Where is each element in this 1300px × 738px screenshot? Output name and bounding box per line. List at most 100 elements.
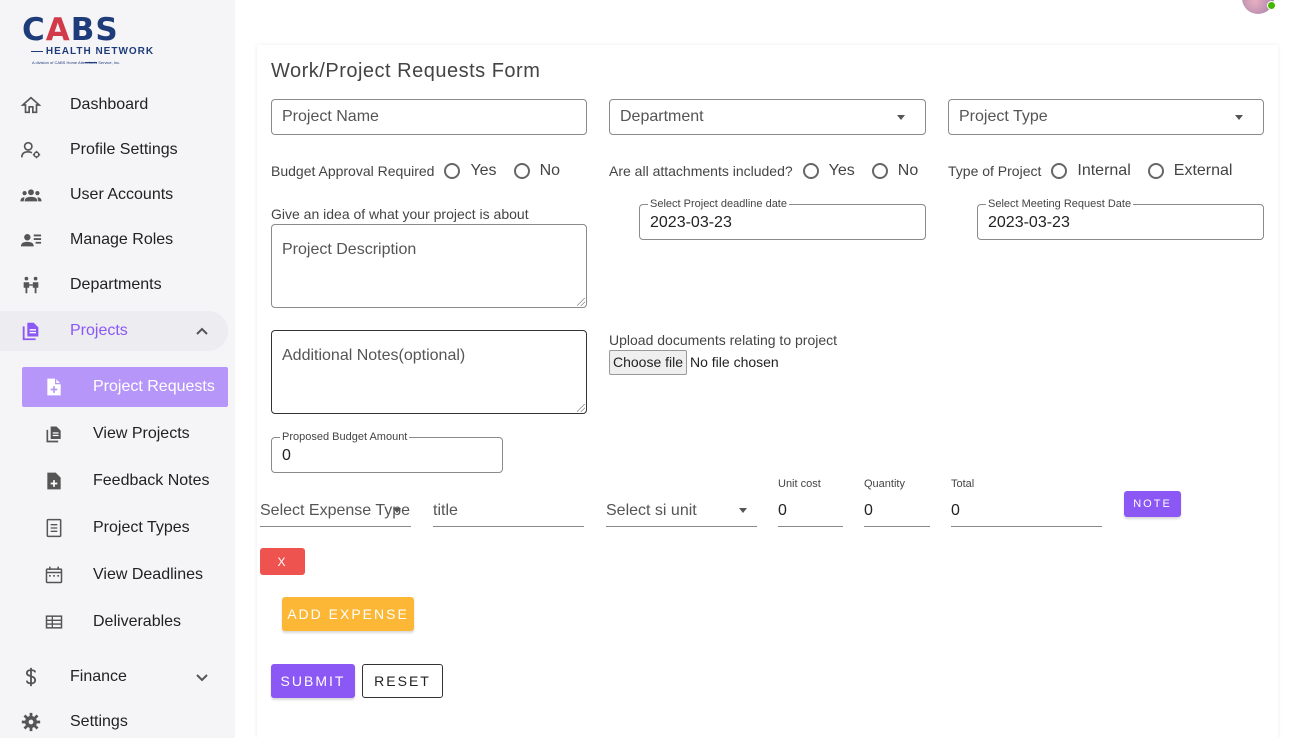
radio-option-label: External — [1173, 162, 1233, 179]
si-unit-select[interactable]: Select si unit — [606, 497, 757, 527]
chevron-down-icon[interactable] — [195, 670, 209, 684]
deadline-date-value: 2023-03-23 — [650, 214, 732, 231]
sidebar-subitem-project-requests[interactable]: Project Requests — [22, 367, 228, 407]
sidebar: CABS HEALTH NETWORK A division of CABS H… — [0, 0, 235, 738]
type-of-project-label: Type of Project — [948, 163, 1042, 179]
sidebar-item-label: Project Requests — [93, 378, 215, 395]
sidebar-item-label: Manage Roles — [70, 231, 174, 248]
radio-option-label: Internal — [1077, 162, 1131, 179]
budget-approval-no-radio[interactable] — [513, 163, 530, 179]
expense-title-placeholder: title — [433, 502, 458, 519]
dropdown-arrow-icon — [897, 115, 905, 120]
unit-cost-input[interactable]: Unit cost 0 — [778, 478, 843, 527]
logo-wordmark: CABS — [22, 12, 119, 48]
budget-amount-input[interactable]: Proposed Budget Amount 0 — [271, 431, 503, 473]
sidebar-subitem-feedback-notes[interactable]: Feedback Notes — [22, 461, 228, 501]
sidebar-item-label: Settings — [70, 713, 128, 730]
remove-expense-button[interactable]: X — [260, 548, 305, 575]
quantity-value: 0 — [864, 502, 873, 519]
document-icon — [46, 518, 62, 538]
unit-cost-label: Unit cost — [778, 478, 821, 490]
logo[interactable]: CABS HEALTH NETWORK A division of CABS H… — [20, 14, 160, 70]
department-select[interactable]: Department — [609, 99, 926, 135]
page-title: Work/Project Requests Form — [271, 60, 541, 82]
total-value: 0 — [951, 502, 960, 519]
additional-notes-placeholder: Additional Notes(optional) — [282, 347, 466, 364]
chevron-up-icon[interactable] — [195, 324, 209, 338]
project-type-select[interactable]: Project Type — [948, 99, 1264, 135]
radio-option-label: Yes — [828, 162, 855, 179]
sidebar-item-label: View Deadlines — [93, 566, 203, 583]
reset-button[interactable]: RESET — [362, 664, 443, 698]
project-type-placeholder: Project Type — [959, 108, 1048, 125]
department-placeholder: Department — [620, 108, 704, 125]
sidebar-item-label: Project Types — [93, 519, 190, 536]
choose-file-button[interactable]: Choose file — [609, 350, 687, 375]
external-radio[interactable] — [1147, 163, 1164, 179]
sidebar-subitem-view-projects[interactable]: View Projects — [22, 414, 228, 454]
calendar-icon — [45, 566, 63, 584]
sidebar-item-dashboard[interactable]: Dashboard — [0, 85, 228, 125]
sidebar-item-label: View Projects — [93, 425, 190, 442]
project-name-placeholder: Project Name — [282, 108, 379, 125]
logo-tagline: A division of CABS Home Attendants Servi… — [32, 60, 121, 65]
total-label: Total — [951, 478, 975, 490]
sidebar-item-label: Departments — [70, 276, 162, 293]
project-description-textarea[interactable]: Project Description — [271, 224, 587, 308]
budget-approval-label: Budget Approval Required — [271, 163, 435, 179]
note-add-icon — [47, 472, 61, 490]
deadline-date-input[interactable]: Select Project deadline date 2023-03-23 — [639, 198, 926, 240]
sidebar-item-label: Dashboard — [70, 96, 149, 113]
sidebar-item-label: Finance — [70, 668, 127, 685]
sidebar-item-user-accounts[interactable]: User Accounts — [0, 175, 228, 215]
budget-amount-value: 0 — [282, 447, 291, 464]
dropdown-arrow-icon — [739, 508, 747, 513]
submit-button[interactable]: SUBMIT — [271, 664, 355, 698]
attachments-label: Are all attachments included? — [609, 163, 793, 179]
attachments-no-radio[interactable] — [871, 163, 888, 179]
sidebar-item-finance[interactable]: Finance — [0, 657, 228, 697]
departments-icon — [23, 276, 39, 294]
attachments-yes-radio[interactable] — [802, 163, 819, 179]
sidebar-item-departments[interactable]: Departments — [0, 265, 228, 305]
note-button[interactable]: NOTE — [1124, 491, 1181, 517]
sidebar-item-manage-roles[interactable]: Manage Roles — [0, 220, 228, 260]
group-icon — [20, 189, 42, 202]
radio-option-label: No — [539, 162, 561, 179]
expense-title-input[interactable]: title — [433, 497, 584, 527]
dropdown-arrow-icon — [1235, 115, 1243, 120]
dropdown-arrow-icon — [393, 508, 401, 513]
internal-radio[interactable] — [1051, 163, 1068, 179]
project-description-placeholder: Project Description — [282, 241, 417, 258]
sidebar-item-settings[interactable]: Settings — [0, 702, 228, 738]
type-of-project-group: Type of Project Internal External — [948, 159, 1249, 183]
meeting-date-input[interactable]: Select Meeting Request Date 2023-03-23 — [977, 198, 1264, 240]
project-name-input[interactable]: Project Name — [271, 99, 587, 135]
resize-handle-icon[interactable] — [577, 404, 585, 412]
unit-cost-value: 0 — [778, 502, 787, 519]
sidebar-item-projects[interactable]: Projects — [0, 311, 228, 351]
total-input[interactable]: Total 0 — [951, 478, 1102, 527]
projects-icon — [46, 426, 61, 443]
add-expense-button[interactable]: ADD EXPENSE — [282, 597, 414, 631]
sidebar-item-label: Deliverables — [93, 613, 182, 630]
quantity-label: Quantity — [864, 478, 905, 490]
resize-handle-icon[interactable] — [577, 298, 585, 306]
sidebar-item-label: Feedback Notes — [93, 472, 210, 489]
meeting-date-label: Select Meeting Request Date — [986, 198, 1134, 210]
additional-notes-textarea[interactable]: Additional Notes(optional) — [271, 330, 587, 414]
sidebar-item-label: Projects — [70, 322, 128, 339]
quantity-input[interactable]: Quantity 0 — [864, 478, 930, 527]
meeting-date-value: 2023-03-23 — [988, 214, 1070, 231]
dollar-icon — [25, 667, 37, 687]
sidebar-subitem-project-types[interactable]: Project Types — [22, 508, 228, 548]
sidebar-subitem-view-deadlines[interactable]: View Deadlines — [22, 555, 228, 595]
sidebar-item-profile-settings[interactable]: Profile Settings — [0, 130, 228, 170]
manage-roles-icon — [20, 234, 42, 247]
sidebar-subitem-deliverables[interactable]: Deliverables — [22, 602, 228, 642]
budget-approval-yes-radio[interactable] — [444, 163, 461, 179]
sidebar-item-label: User Accounts — [70, 186, 174, 203]
expense-type-select[interactable]: Select Expense Type — [260, 497, 411, 527]
expense-type-placeholder: Select Expense Type — [260, 502, 411, 519]
budget-approval-group: Budget Approval Required Yes No — [271, 159, 577, 183]
